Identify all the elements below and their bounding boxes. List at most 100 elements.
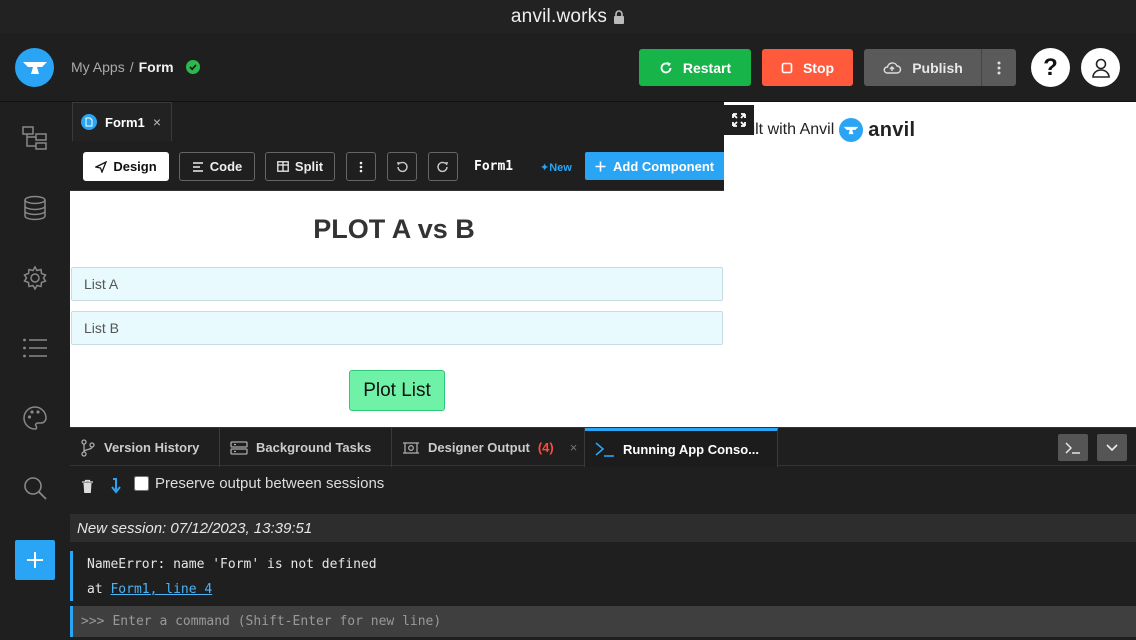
anvil-icon bbox=[22, 61, 47, 74]
tab-designer-output-label: Designer Output bbox=[428, 440, 530, 455]
preserve-output-label: Preserve output between sessions bbox=[155, 475, 385, 492]
form-editor: Form1 × Design Code Split Form1 ✦New Add… bbox=[70, 102, 724, 427]
list-b-input[interactable]: List B bbox=[71, 311, 723, 345]
terminal-button[interactable] bbox=[1058, 434, 1088, 461]
plus-icon bbox=[27, 552, 43, 568]
browser-url-bar: anvil.works bbox=[0, 0, 1136, 33]
terminal-icon bbox=[1065, 442, 1080, 454]
breadcrumb: My Apps / Form bbox=[71, 59, 200, 75]
account-button[interactable] bbox=[1081, 48, 1120, 87]
code-lines-icon bbox=[192, 161, 203, 172]
breadcrumb-separator: / bbox=[129, 59, 134, 75]
error-at-label: at bbox=[87, 582, 103, 597]
error-location: at Form1, line 4 bbox=[87, 582, 212, 597]
help-button[interactable]: ? bbox=[1031, 48, 1070, 87]
command-prompt: >>> bbox=[81, 614, 105, 629]
plot-list-button[interactable]: Plot List bbox=[349, 370, 445, 411]
check-circle-icon bbox=[185, 60, 200, 74]
code-label: Code bbox=[209, 159, 243, 174]
stop-icon bbox=[781, 62, 793, 73]
form-icon bbox=[81, 114, 97, 130]
list-icon[interactable] bbox=[22, 335, 48, 361]
tab-running-app-console[interactable]: Running App Conso... bbox=[585, 428, 778, 467]
redo-icon bbox=[437, 161, 448, 172]
error-text: NameError: name 'Form' is not defined bbox=[87, 557, 377, 572]
chevron-down-icon bbox=[1106, 443, 1118, 451]
publish-label: Publish bbox=[912, 59, 963, 76]
error-message: NameError: name 'Form' is not defined at… bbox=[70, 551, 1136, 601]
designer-icon bbox=[403, 441, 419, 454]
undo-button[interactable] bbox=[387, 152, 417, 181]
form-title: PLOT A vs B bbox=[313, 214, 475, 244]
breadcrumb-app-name[interactable]: Form bbox=[139, 59, 174, 75]
collapse-panel-button[interactable] bbox=[1097, 434, 1127, 461]
database-icon[interactable] bbox=[22, 195, 48, 221]
plus-icon bbox=[595, 161, 606, 171]
publish-button[interactable]: Publish bbox=[864, 49, 981, 86]
command-line: >>> bbox=[70, 606, 1136, 637]
gear-icon[interactable] bbox=[22, 265, 48, 291]
app-tree-icon[interactable] bbox=[22, 125, 48, 151]
session-header: New session: 07/12/2023, 13:39:51 bbox=[70, 514, 1136, 542]
tab-form1[interactable]: Form1 × bbox=[72, 102, 172, 141]
tab-background-tasks[interactable]: Background Tasks bbox=[220, 428, 392, 467]
list-b-placeholder: List B bbox=[84, 320, 120, 336]
left-sidebar bbox=[0, 102, 70, 640]
tab-background-tasks-label: Background Tasks bbox=[256, 440, 372, 455]
tab-form1-label: Form1 bbox=[105, 114, 145, 130]
editor-tab-strip: Form1 × bbox=[70, 102, 724, 141]
undo-icon bbox=[397, 161, 408, 172]
sparkle-icon: ✦ bbox=[540, 162, 550, 174]
tab-version-history[interactable]: Version History bbox=[70, 428, 220, 467]
close-icon[interactable]: × bbox=[570, 440, 578, 455]
error-source-link[interactable]: Form1, line 4 bbox=[110, 582, 212, 597]
code-button[interactable]: Code bbox=[179, 152, 255, 181]
stop-button[interactable]: Stop bbox=[762, 49, 853, 86]
palette-icon[interactable] bbox=[22, 405, 48, 431]
new-badge: ✦New bbox=[540, 161, 572, 174]
search-icon[interactable] bbox=[22, 475, 48, 501]
terminal-icon bbox=[595, 442, 614, 457]
tab-running-app-console-label: Running App Conso... bbox=[623, 441, 759, 457]
restart-button[interactable]: Restart bbox=[639, 49, 751, 86]
command-input[interactable] bbox=[112, 614, 1013, 629]
tasks-icon bbox=[230, 440, 248, 455]
built-with-anvil[interactable]: Built with Anvil anvil bbox=[732, 118, 915, 142]
app-window: anvil.works My Apps / Form Restart Stop bbox=[0, 0, 1136, 640]
top-app-bar: My Apps / Form Restart Stop Publish ? bbox=[0, 33, 1136, 102]
breadcrumb-my-apps[interactable]: My Apps bbox=[71, 59, 125, 75]
help-icon: ? bbox=[1043, 53, 1058, 81]
add-component-label: Add Component bbox=[613, 158, 715, 174]
lock-icon bbox=[613, 9, 625, 24]
scroll-to-bottom-icon[interactable] bbox=[110, 477, 122, 500]
close-icon[interactable]: × bbox=[153, 114, 161, 130]
add-button[interactable] bbox=[15, 540, 55, 580]
list-a-input[interactable]: List A bbox=[71, 267, 723, 301]
editor-more-button[interactable] bbox=[346, 152, 376, 181]
send-icon bbox=[95, 160, 108, 173]
tab-designer-output[interactable]: Designer Output (4) × bbox=[392, 428, 585, 467]
git-branch-icon bbox=[81, 438, 95, 457]
editor-toolbar: Design Code Split Form1 ✦New Add Compone… bbox=[70, 141, 724, 191]
add-component-button[interactable]: Add Component bbox=[585, 152, 724, 180]
restart-label: Restart bbox=[682, 59, 732, 76]
more-vertical-icon bbox=[359, 161, 363, 172]
design-label: Design bbox=[113, 159, 157, 174]
user-icon bbox=[1091, 58, 1110, 78]
preserve-output-checkbox[interactable] bbox=[134, 476, 149, 491]
anvil-logo[interactable] bbox=[15, 48, 54, 87]
stop-label: Stop bbox=[802, 59, 835, 76]
console-toolbar: Preserve output between sessions bbox=[70, 467, 1136, 513]
split-button[interactable]: Split bbox=[265, 152, 335, 181]
form-name-label: Form1 bbox=[474, 159, 514, 174]
publish-more-button[interactable] bbox=[981, 49, 1016, 86]
url-text: anvil.works bbox=[510, 5, 608, 27]
cloud-upload-icon bbox=[883, 61, 902, 74]
trash-icon[interactable] bbox=[81, 479, 94, 498]
redo-button[interactable] bbox=[428, 152, 458, 181]
expand-icon[interactable] bbox=[724, 105, 754, 135]
bottom-panel: Version History Background Tasks Designe… bbox=[70, 427, 1136, 640]
form-canvas: PLOT A vs B List A List B Plot List bbox=[70, 192, 724, 427]
error-count-badge: (4) bbox=[537, 440, 554, 455]
design-button[interactable]: Design bbox=[83, 152, 169, 181]
